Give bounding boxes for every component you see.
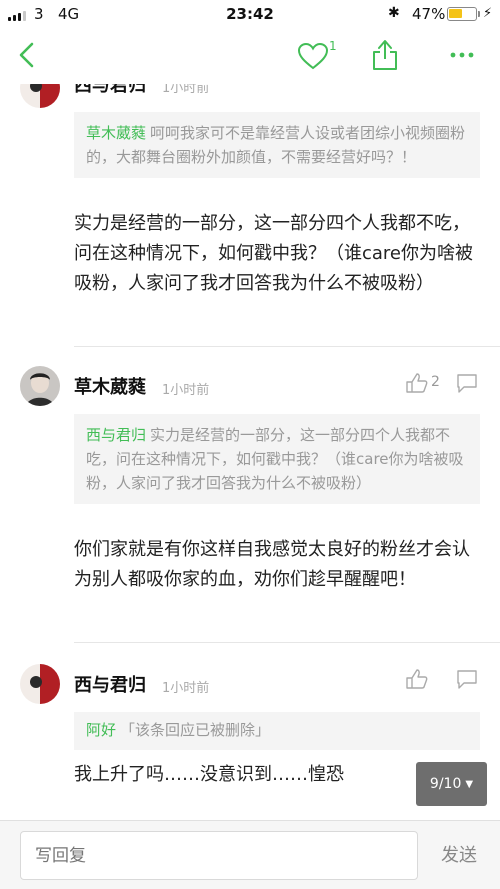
quote-author[interactable]: 草木葳蕤 [86, 124, 146, 142]
battery-percent: 47% [412, 5, 446, 23]
battery-icon [447, 7, 477, 21]
quoted-reply: 草木葳蕤 呵呵我家可不是靠经营人设或者团综小视频圈粉的，大都舞台圈粉外加颜值，不需… [74, 112, 480, 178]
bluetooth-icon: ✱ [388, 5, 400, 21]
reply-icon[interactable] [455, 372, 479, 394]
quote-author[interactable]: 西与君归 [86, 426, 146, 444]
comment-time: 1小时前 [162, 383, 210, 398]
reply-icon[interactable] [455, 668, 479, 690]
comment-author[interactable]: 草木葳蕤 [74, 373, 146, 399]
quoted-reply: 阿好 「该条回应已被删除」 [74, 712, 480, 750]
comment-author[interactable]: 西与君归 [74, 671, 146, 697]
comment-text: 实力是经营的一部分，这一部分四个人我都不吃，问在这种情况下，如何戳中我？（谁ca… [74, 213, 474, 294]
share-icon[interactable] [370, 38, 400, 72]
page-indicator-label: 9/10 [429, 776, 462, 792]
comment-time: 1小时前 [162, 681, 210, 696]
comment-item: 草木葳蕤 1小时前 2 西与君归 实力是经营的一部分，这一部分四个人我都不吃，问在… [0, 364, 500, 664]
comment-feed[interactable]: 西与君归 1小时前 草木葳蕤 呵呵我家可不是靠经营人设或者团综小视频圈粉的，大都舞… [0, 84, 500, 820]
battery-tip [478, 11, 480, 17]
heart-icon[interactable] [296, 41, 330, 71]
avatar[interactable] [20, 366, 60, 406]
upvote-icon[interactable] [405, 372, 429, 394]
divider [74, 642, 500, 643]
comment-item: 西与君归 1小时前 草木葳蕤 呵呵我家可不是靠经营人设或者团综小视频圈粉的，大都舞… [0, 84, 500, 348]
quote-author[interactable]: 阿好 [86, 721, 116, 739]
like-count: 1 [329, 39, 337, 53]
comment-time: 1小时前 [162, 84, 210, 96]
more-options-icon[interactable] [448, 48, 476, 62]
nav-bar: 1 [0, 28, 500, 84]
comment-text: 你们家就是有你这样自我感觉太良好的粉丝才会认为别人都吸你家的血，劝你们趁早醒醒吧… [74, 539, 470, 590]
upvote-count: 2 [431, 374, 440, 390]
back-arrow-icon[interactable] [14, 40, 42, 70]
quote-text: 「该条回应已被删除」 [120, 721, 271, 739]
dropdown-triangle-icon: ▼ [465, 778, 474, 790]
divider [74, 346, 500, 347]
reply-bar: 发送 [0, 820, 500, 889]
avatar[interactable] [20, 664, 60, 704]
quoted-reply: 西与君归 实力是经营的一部分，这一部分四个人我都不吃，问在这种情况下，如何戳中我？… [74, 414, 480, 504]
reply-input[interactable] [20, 831, 418, 880]
upvote-icon[interactable] [405, 668, 429, 690]
page-indicator[interactable]: 9/10 ▼ [416, 762, 487, 806]
status-bar: 3 4G 23:42 ✱ 47% ⚡ [0, 0, 500, 28]
comment-author[interactable]: 西与君归 [74, 84, 146, 97]
avatar[interactable] [20, 84, 60, 108]
charging-icon: ⚡ [483, 6, 493, 21]
send-button[interactable]: 发送 [428, 831, 490, 880]
